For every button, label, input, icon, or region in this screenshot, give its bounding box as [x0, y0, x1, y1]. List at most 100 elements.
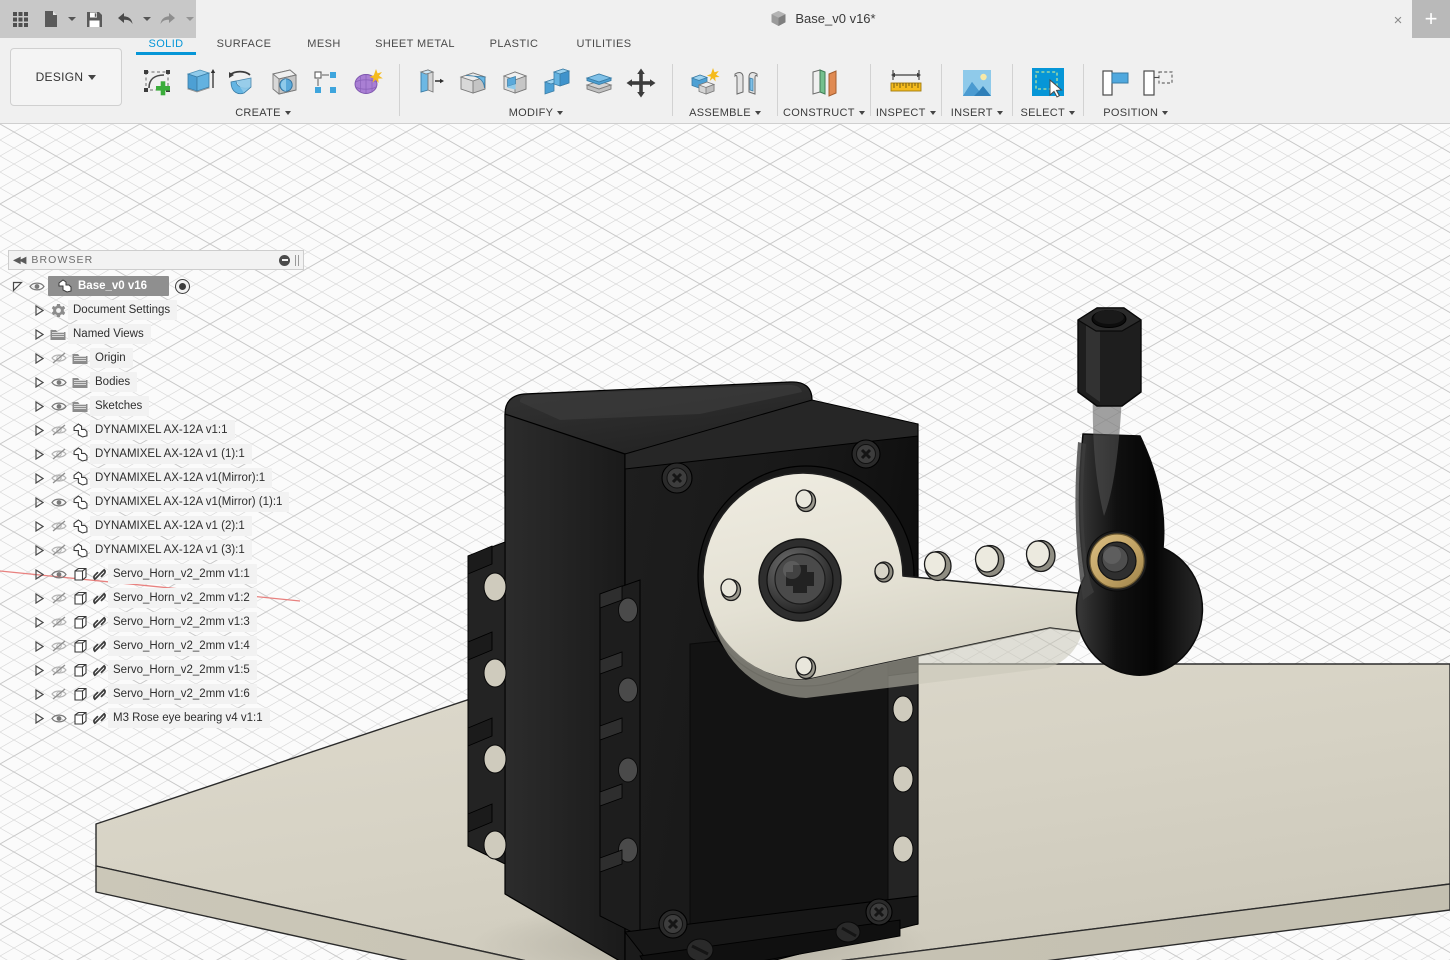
3d-viewport[interactable]: ◀◀ BROWSER Base_v0 v16 Document Settings…: [0, 124, 1450, 960]
tab-solid[interactable]: SOLID: [132, 38, 200, 55]
tab-utilities[interactable]: UTILITIES: [558, 38, 650, 53]
combine-icon[interactable]: [537, 62, 577, 104]
tree-item-dynamixel-1[interactable]: DYNAMIXEL AX-12A v1:1: [8, 418, 304, 442]
expand-arrow-icon[interactable]: [30, 496, 48, 508]
fillet-icon[interactable]: [453, 62, 493, 104]
undo-icon[interactable]: [111, 4, 139, 34]
expand-arrow-icon[interactable]: [30, 712, 48, 724]
expand-arrow-icon[interactable]: [30, 400, 48, 412]
expand-arrow-icon[interactable]: [30, 304, 48, 316]
expand-arrow-icon[interactable]: [30, 664, 48, 676]
expand-arrow-icon[interactable]: [30, 544, 48, 556]
joint-icon[interactable]: [726, 62, 766, 104]
save-icon[interactable]: [80, 4, 108, 34]
visibility-eye-hidden-icon[interactable]: [48, 472, 70, 484]
move-copy-icon[interactable]: [621, 62, 661, 104]
chevron-down-icon[interactable]: [929, 111, 936, 115]
expand-arrow-icon[interactable]: [30, 616, 48, 628]
minimize-browser-icon[interactable]: [279, 254, 290, 266]
visibility-eye-hidden-icon[interactable]: [48, 688, 70, 700]
tree-item-servo-horn-2[interactable]: Servo_Horn_v2_2mm v1:2: [8, 586, 304, 610]
visibility-eye-hidden-icon[interactable]: [48, 448, 70, 460]
visibility-eye-icon[interactable]: [48, 377, 70, 388]
tree-item-servo-horn-1[interactable]: Servo_Horn_v2_2mm v1:1: [8, 562, 304, 586]
visibility-eye-icon[interactable]: [48, 569, 70, 580]
visibility-eye-hidden-icon[interactable]: [48, 352, 70, 364]
tree-item-sketches[interactable]: Sketches: [8, 394, 304, 418]
chevron-down-icon[interactable]: [996, 111, 1003, 115]
chevron-down-icon[interactable]: [858, 111, 865, 115]
tree-item-dynamixel-mirror-1[interactable]: DYNAMIXEL AX-12A v1(Mirror) (1):1: [8, 490, 304, 514]
expand-arrow-icon[interactable]: [30, 352, 48, 364]
collapse-panel-icon[interactable]: ◀◀: [13, 255, 26, 266]
tab-mesh[interactable]: MESH: [288, 38, 360, 53]
sweep-icon[interactable]: [264, 62, 304, 104]
expand-arrow-icon[interactable]: [30, 520, 48, 532]
expand-arrow-icon[interactable]: [30, 472, 48, 484]
workspace-switcher-button[interactable]: DESIGN: [10, 48, 122, 106]
visibility-eye-hidden-icon[interactable]: [48, 424, 70, 436]
visibility-eye-hidden-icon[interactable]: [48, 640, 70, 652]
tree-root-item[interactable]: Base_v0 v16: [8, 274, 304, 298]
select-window-icon[interactable]: [1024, 62, 1072, 104]
chevron-down-icon[interactable]: [284, 111, 291, 115]
expand-arrow-icon[interactable]: [30, 592, 48, 604]
visibility-eye-icon[interactable]: [48, 497, 70, 508]
expand-arrow-icon[interactable]: [30, 424, 48, 436]
chevron-down-icon[interactable]: [557, 111, 564, 115]
chevron-down-icon[interactable]: [1162, 111, 1169, 115]
expand-arrow-icon[interactable]: [30, 640, 48, 652]
form-icon[interactable]: [348, 62, 388, 104]
panel-resize-grip[interactable]: [295, 254, 299, 266]
new-file-caret-icon[interactable]: [67, 4, 78, 34]
revolve-icon[interactable]: [222, 62, 262, 104]
expand-arrow-icon[interactable]: [30, 688, 48, 700]
position-icon[interactable]: [1137, 62, 1177, 104]
tree-item-document-settings[interactable]: Document Settings: [8, 298, 304, 322]
tree-item-named-views[interactable]: Named Views: [8, 322, 304, 346]
tree-item-dynamixel-3[interactable]: DYNAMIXEL AX-12A v1 (2):1: [8, 514, 304, 538]
new-component-icon[interactable]: [684, 62, 724, 104]
expand-arrow-icon[interactable]: [30, 376, 48, 388]
tree-item-rose-eye-bearing[interactable]: M3 Rose eye bearing v4 v1:1: [8, 706, 304, 730]
tab-plastic[interactable]: PLASTIC: [470, 38, 558, 53]
tree-item-origin[interactable]: Origin: [8, 346, 304, 370]
tree-item-dynamixel-2[interactable]: DYNAMIXEL AX-12A v1 (1):1: [8, 442, 304, 466]
tree-item-servo-horn-4[interactable]: Servo_Horn_v2_2mm v1:4: [8, 634, 304, 658]
expand-arrow-icon[interactable]: [30, 568, 48, 580]
new-tab-icon[interactable]: +: [1412, 0, 1450, 38]
close-icon[interactable]: ×: [1388, 10, 1408, 30]
tab-surface[interactable]: SURFACE: [200, 38, 288, 53]
insert-image-icon[interactable]: [953, 62, 1001, 104]
visibility-eye-hidden-icon[interactable]: [48, 544, 70, 556]
tree-item-servo-horn-5[interactable]: Servo_Horn_v2_2mm v1:5: [8, 658, 304, 682]
app-grid-icon[interactable]: [6, 4, 34, 34]
extrude-icon[interactable]: [180, 62, 220, 104]
chevron-down-icon[interactable]: [754, 111, 761, 115]
tree-item-servo-horn-3[interactable]: Servo_Horn_v2_2mm v1:3: [8, 610, 304, 634]
pattern-icon[interactable]: [306, 62, 346, 104]
offset-plane-icon[interactable]: [798, 62, 850, 104]
visibility-eye-hidden-icon[interactable]: [48, 664, 70, 676]
align-icon[interactable]: [1095, 62, 1135, 104]
visibility-eye-hidden-icon[interactable]: [48, 592, 70, 604]
redo-caret-icon[interactable]: [185, 4, 196, 34]
visibility-eye-hidden-icon[interactable]: [48, 520, 70, 532]
expand-arrow-down-icon[interactable]: [8, 281, 26, 292]
tab-sheet-metal[interactable]: SHEET METAL: [360, 38, 470, 53]
visibility-eye-hidden-icon[interactable]: [48, 616, 70, 628]
chevron-down-icon[interactable]: [1069, 111, 1076, 115]
shell-icon[interactable]: [495, 62, 535, 104]
tree-item-dynamixel-mirror[interactable]: DYNAMIXEL AX-12A v1(Mirror):1: [8, 466, 304, 490]
visibility-eye-icon[interactable]: [48, 713, 70, 724]
redo-icon[interactable]: [154, 4, 182, 34]
create-sketch-icon[interactable]: [138, 62, 178, 104]
press-pull-icon[interactable]: [411, 62, 451, 104]
offset-face-icon[interactable]: [579, 62, 619, 104]
visibility-eye-icon[interactable]: [26, 281, 48, 292]
expand-arrow-icon[interactable]: [30, 328, 48, 340]
undo-caret-icon[interactable]: [141, 4, 152, 34]
activate-component-radio[interactable]: [175, 278, 191, 294]
new-file-icon[interactable]: [36, 4, 64, 34]
expand-arrow-icon[interactable]: [30, 448, 48, 460]
